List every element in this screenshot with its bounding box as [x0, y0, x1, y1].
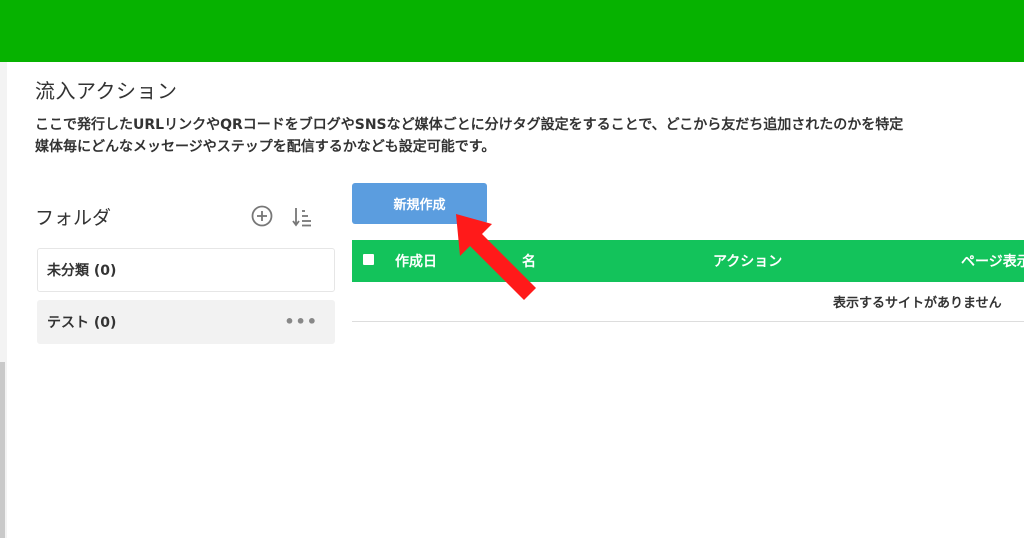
folder-item-label: テスト (0): [47, 315, 117, 331]
folder-item-uncategorized[interactable]: 未分類 (0): [37, 248, 335, 292]
select-all-checkbox[interactable]: [363, 254, 374, 265]
column-header-created-date[interactable]: 作成日: [395, 251, 437, 271]
top-header-bar: [0, 0, 1024, 62]
more-horizontal-icon[interactable]: •••: [284, 314, 318, 330]
empty-message: 表示するサイトがありません: [833, 296, 1002, 311]
column-header-page-views[interactable]: ページ表示: [961, 251, 1024, 271]
column-header-action[interactable]: アクション: [713, 251, 782, 271]
sort-icon[interactable]: [291, 206, 313, 228]
folder-item-label: 未分類 (0): [47, 263, 117, 279]
red-arrow-icon: [456, 214, 536, 300]
page-description: ここで発行したURLリンクやQRコードをブログやSNSなど媒体ごとに分けタグ設定…: [35, 114, 903, 158]
description-line-2: 媒体毎にどんなメッセージやステップを配信するかなども設定可能です。: [35, 139, 496, 155]
page-title: 流入アクション: [35, 79, 178, 103]
description-line-1: ここで発行したURLリンクやQRコードをブログやSNSなど媒体ごとに分けタグ設定…: [35, 117, 904, 133]
scrollbar-thumb[interactable]: [0, 362, 5, 538]
left-scroll-rail[interactable]: [0, 62, 7, 538]
folder-heading: フォルダ: [35, 207, 112, 229]
folder-item-test[interactable]: テスト (0) •••: [37, 300, 335, 344]
plus-circle-icon[interactable]: [251, 205, 273, 227]
